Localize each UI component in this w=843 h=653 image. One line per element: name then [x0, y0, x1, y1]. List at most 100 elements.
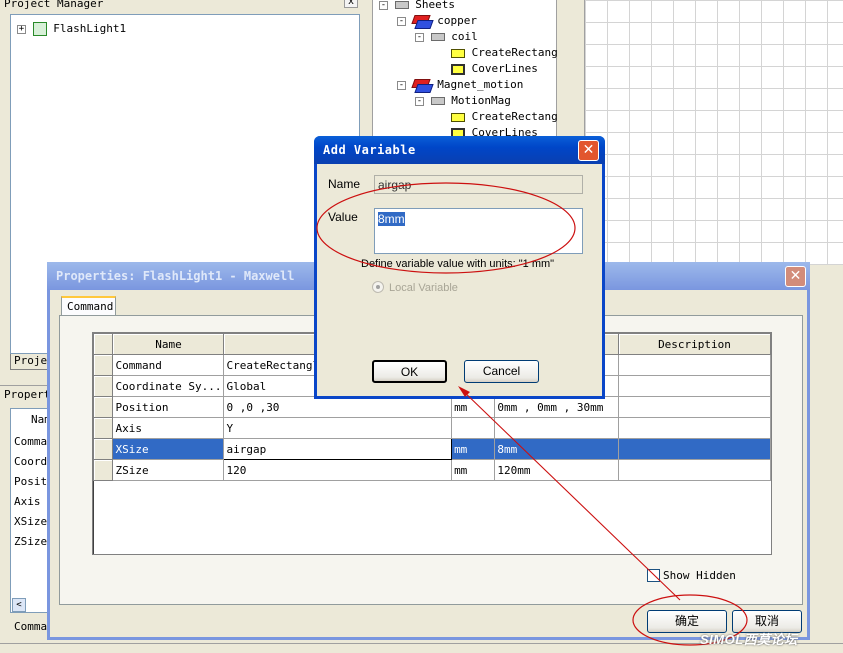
cell-name: Coordinate Sy...: [112, 375, 225, 397]
properties-dialog-title: Properties: FlashLight1 - Maxwell: [56, 269, 295, 283]
scroll-left-icon[interactable]: <: [12, 598, 26, 612]
tree-item-label: coil: [451, 30, 478, 43]
ok-button-label: OK: [400, 365, 419, 379]
solid-object-icon: [413, 79, 431, 91]
sheet-icon: [430, 33, 445, 41]
modeler-canvas[interactable]: [584, 0, 843, 265]
cell-description[interactable]: [618, 417, 771, 439]
close-icon[interactable]: ✕: [578, 140, 599, 161]
close-icon[interactable]: ✕: [785, 266, 806, 287]
project-manager-title: Project Manager: [4, 0, 104, 10]
rectangle-icon: [451, 112, 465, 122]
tree-item-label: MotionMag: [451, 94, 511, 107]
tree-item-motionmag[interactable]: - MotionMag: [415, 93, 511, 109]
tab-command-label: Command: [67, 300, 114, 313]
ok-button[interactable]: OK: [372, 360, 447, 383]
cell-description[interactable]: [618, 459, 771, 481]
row-header[interactable]: [93, 396, 114, 418]
cell-unit: mm: [451, 459, 496, 481]
local-variable-label: Local Variable: [389, 282, 458, 294]
tree-item-copper[interactable]: - copper: [397, 13, 477, 29]
row-header[interactable]: [93, 459, 114, 481]
properties-panel-row[interactable]: Axis: [14, 495, 41, 508]
table-row[interactable]: Position 0 ,0 ,30 mm 0mm , 0mm , 30mm: [93, 396, 771, 418]
name-field[interactable]: airgap: [374, 175, 583, 194]
local-variable-radio[interactable]: [372, 281, 384, 293]
cell-evaluated: [494, 417, 619, 439]
cell-evaluated: 120mm: [494, 459, 619, 481]
modeler-tree: - Sheets - copper - coil CreateRectang C…: [372, 0, 558, 140]
collapse-icon[interactable]: -: [415, 96, 424, 106]
cell-evaluated: 8mm: [494, 438, 619, 460]
tree-item-label: FlashLight1: [53, 22, 127, 35]
expand-icon[interactable]: +: [17, 24, 26, 34]
sheet-icon: [394, 1, 409, 9]
collapse-icon[interactable]: -: [397, 80, 406, 90]
solid-object-icon: [413, 15, 431, 27]
row-header[interactable]: [93, 375, 114, 397]
units-hint: Define variable value with units: "1 mm": [361, 258, 555, 270]
table-row[interactable]: ZSize 120 mm 120mm: [93, 459, 771, 481]
tree-item-flashlight1[interactable]: + FlashLight1: [17, 21, 126, 37]
tree-item-magnet-motion[interactable]: - Magnet_motion: [397, 77, 523, 93]
row-header: [93, 333, 114, 355]
collapse-icon[interactable]: -: [415, 32, 424, 42]
show-hidden-checkbox[interactable]: [647, 569, 660, 582]
tree-item-create-rectangle[interactable]: CreateRectang: [451, 45, 558, 61]
cell-name: Command: [112, 354, 225, 376]
project-manager-close-icon[interactable]: x: [344, 0, 358, 8]
properties-panel-row[interactable]: XSize: [14, 515, 47, 528]
cell-name: Position: [112, 396, 225, 418]
show-hidden-label: Show Hidden: [663, 569, 736, 582]
tree-item-label: CoverLines: [471, 62, 538, 75]
tree-item-create-rectangle[interactable]: CreateRectang: [451, 109, 558, 125]
table-row[interactable]: Axis Y: [93, 417, 771, 439]
tab-command[interactable]: Command: [61, 296, 116, 316]
collapse-icon[interactable]: -: [379, 0, 388, 10]
project-icon: [32, 22, 47, 36]
name-label: Name: [328, 177, 361, 191]
cell-value-editor[interactable]: airgap: [223, 438, 453, 460]
collapse-icon[interactable]: -: [397, 16, 406, 26]
table-row-selected[interactable]: XSize airgap mm 8mm: [93, 438, 771, 460]
add-variable-titlebar[interactable]: Add Variable ✕: [314, 136, 605, 164]
row-header[interactable]: [93, 354, 114, 376]
add-variable-dialog: Add Variable ✕ Name airgap Value 8mm Def…: [314, 136, 605, 399]
cell-unit: mm: [451, 438, 496, 460]
name-field-value: airgap: [378, 178, 412, 192]
tree-item-label: Magnet_motion: [437, 78, 524, 91]
watermark-logo: SIMOL西莫论坛: [700, 629, 798, 648]
value-field[interactable]: 8mm: [374, 208, 583, 254]
cell-value[interactable]: 0 ,0 ,30: [223, 396, 453, 418]
tree-item-label: Sheets: [415, 0, 455, 11]
row-header[interactable]: [93, 438, 114, 460]
cell-name: Axis: [112, 417, 225, 439]
cancel-button[interactable]: Cancel: [464, 360, 539, 383]
project-tab-label: Proje: [14, 354, 48, 367]
cell-description[interactable]: [618, 375, 771, 397]
cell-name: ZSize: [112, 459, 225, 481]
tree-item-sheets[interactable]: - Sheets: [379, 0, 455, 13]
cell-value[interactable]: 120: [223, 459, 453, 481]
cell-description[interactable]: [618, 354, 771, 376]
cell-unit: mm: [451, 396, 496, 418]
cell-description[interactable]: [618, 438, 771, 460]
tree-item-label: copper: [437, 14, 477, 27]
tree-item-coil[interactable]: - coil: [415, 29, 478, 45]
cell-value[interactable]: Y: [223, 417, 453, 439]
cover-lines-icon: [451, 63, 465, 75]
sheet-icon: [430, 97, 445, 105]
value-field-text: 8mm: [378, 212, 405, 226]
cell-name: XSize: [112, 438, 225, 460]
cell-description[interactable]: [618, 396, 771, 418]
row-header[interactable]: [93, 417, 114, 439]
value-label: Value: [328, 210, 358, 224]
properties-panel-row[interactable]: ZSize: [14, 535, 47, 548]
tree-item-label: CreateRectang: [471, 110, 558, 123]
rectangle-icon: [451, 48, 465, 58]
watermark-text: SIMOL西莫论坛: [700, 632, 798, 647]
cell-unit: [451, 417, 496, 439]
column-header-description[interactable]: Description: [618, 333, 771, 355]
column-header-name[interactable]: Name: [112, 333, 225, 355]
tree-item-cover-lines[interactable]: CoverLines: [451, 61, 538, 77]
